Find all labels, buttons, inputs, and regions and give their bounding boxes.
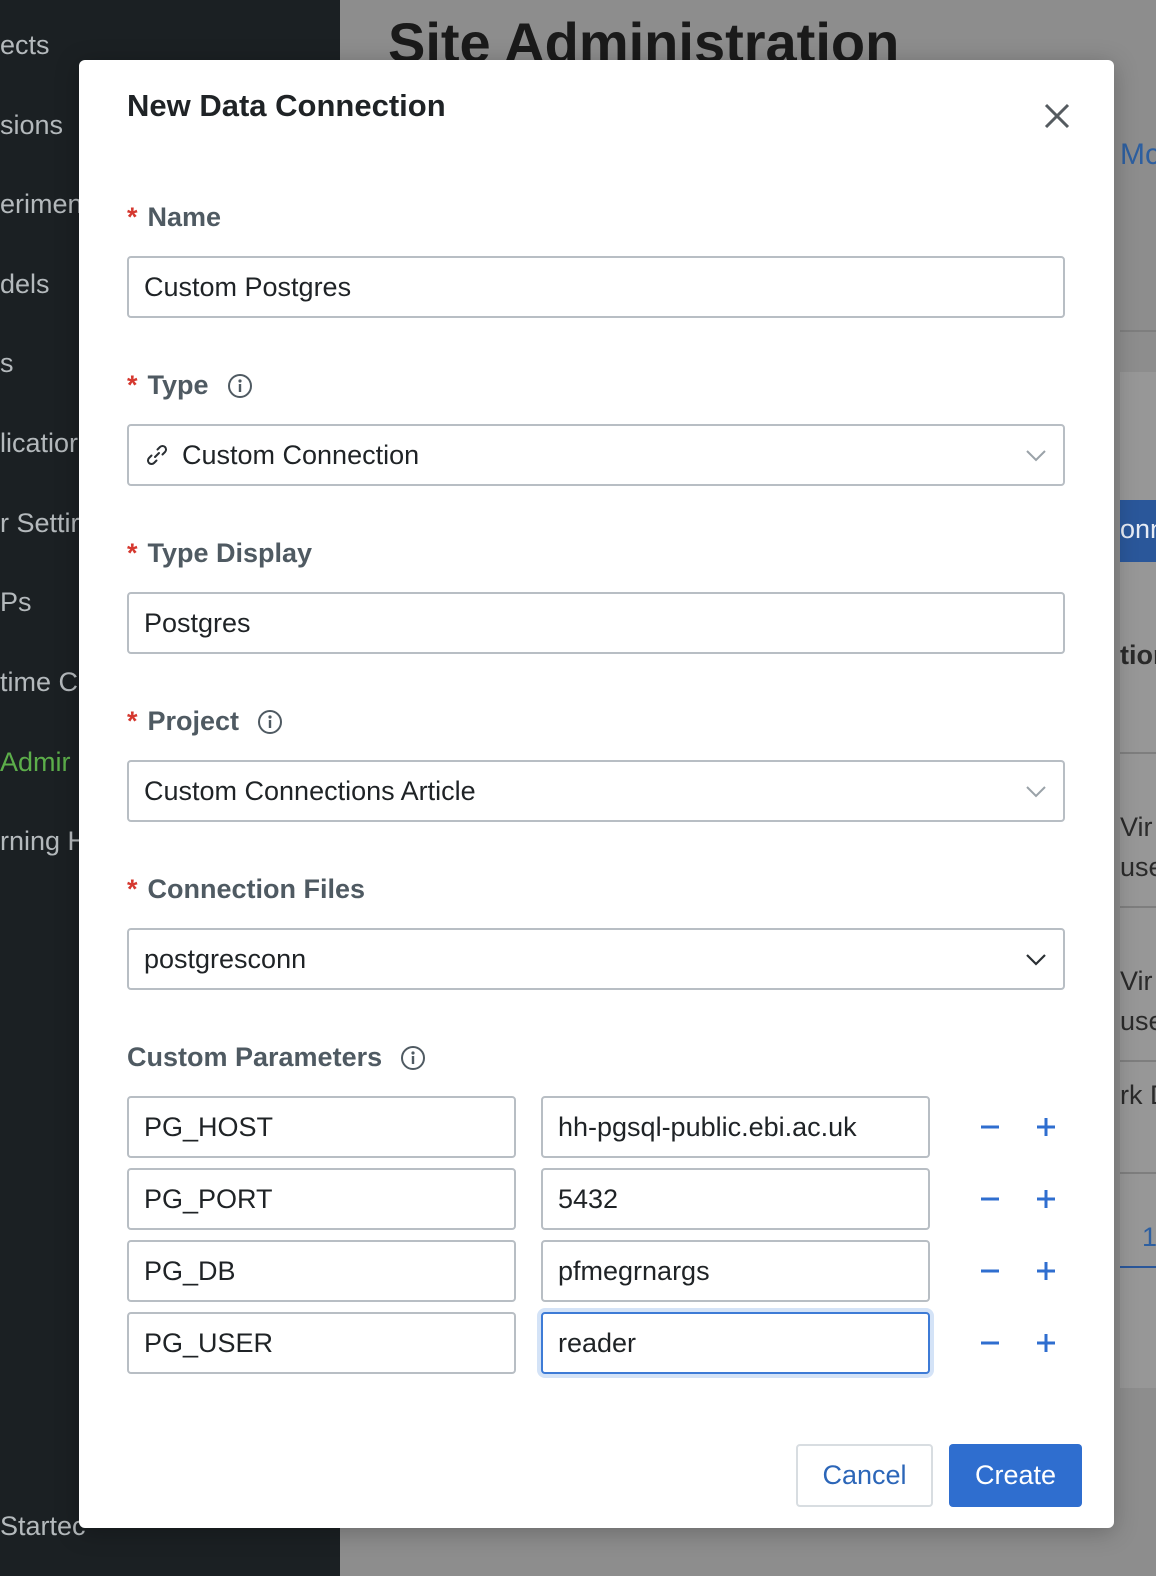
name-input[interactable]: Custom Postgres xyxy=(127,256,1065,318)
chevron-down-icon xyxy=(1026,786,1046,798)
minus-icon[interactable] xyxy=(975,1256,1005,1286)
divider xyxy=(1120,1060,1156,1062)
plus-icon[interactable] xyxy=(1031,1184,1061,1214)
parameter-key-input[interactable]: PG_DB xyxy=(127,1240,516,1302)
sidebar-item-applications[interactable]: licatior xyxy=(0,426,78,460)
project-label-text: Project xyxy=(147,706,240,736)
plus-icon[interactable] xyxy=(1031,1112,1061,1142)
plus-icon[interactable] xyxy=(1031,1328,1061,1358)
parameter-value-input[interactable]: 5432 xyxy=(541,1168,930,1230)
type-display-label-text: Type Display xyxy=(147,538,313,568)
sidebar-item-site-administration[interactable]: Admir xyxy=(0,745,71,779)
type-label: * Type xyxy=(127,370,253,401)
parameter-value-input[interactable]: pfmegrnargs xyxy=(541,1240,930,1302)
divider xyxy=(1120,752,1156,754)
minus-icon[interactable] xyxy=(975,1184,1005,1214)
parameter-key-input[interactable]: PG_USER xyxy=(127,1312,516,1374)
parameter-row: PG_USER reader xyxy=(127,1312,1067,1374)
divider xyxy=(1120,1172,1156,1174)
cancel-button[interactable]: Cancel xyxy=(796,1444,933,1507)
required-marker: * xyxy=(127,370,138,400)
project-label: * Project xyxy=(127,706,283,737)
sidebar-item-learning-hub[interactable]: rning H xyxy=(0,824,87,858)
parameter-value-input[interactable]: hh-pgsql-public.ebi.ac.uk xyxy=(541,1096,930,1158)
parameter-key-input[interactable]: PG_HOST xyxy=(127,1096,516,1158)
link-icon xyxy=(146,444,168,466)
type-display-input-value: Postgres xyxy=(144,607,251,638)
close-button[interactable] xyxy=(1037,96,1077,136)
required-marker: * xyxy=(127,706,138,736)
project-select[interactable]: Custom Connections Article xyxy=(127,760,1065,822)
row-text-fragment: use xyxy=(1120,852,1156,882)
divider xyxy=(1120,330,1156,332)
pagination-page[interactable]: 1 xyxy=(1142,1222,1156,1253)
sidebar-item-experiments[interactable]: erimen xyxy=(0,187,83,221)
custom-parameters-label: Custom Parameters xyxy=(127,1042,426,1073)
required-marker: * xyxy=(127,874,138,904)
name-label: * Name xyxy=(127,202,221,233)
sidebar-item-user-settings[interactable]: r Settir xyxy=(0,506,80,540)
sidebar-item-runtime-catalog[interactable]: time C xyxy=(0,665,78,699)
connection-files-label-text: Connection Files xyxy=(147,874,366,904)
minus-icon[interactable] xyxy=(975,1112,1005,1142)
row-text-fragment: rk D xyxy=(1120,1080,1156,1110)
required-marker: * xyxy=(127,202,138,232)
parameter-key-input[interactable]: PG_PORT xyxy=(127,1168,516,1230)
plus-icon[interactable] xyxy=(1031,1256,1061,1286)
info-icon[interactable] xyxy=(400,1045,426,1071)
type-display-label: * Type Display xyxy=(127,538,312,569)
parameter-value-input[interactable]: reader xyxy=(541,1312,930,1374)
sidebar-item-sessions[interactable]: sions xyxy=(0,108,63,142)
sidebar-item-jobs[interactable]: s xyxy=(0,346,14,380)
parameter-row: PG_PORT 5432 xyxy=(127,1168,1067,1230)
new-connection-button-fragment[interactable]: onn xyxy=(1120,500,1156,562)
tab-fragment[interactable]: Mc xyxy=(1120,138,1156,172)
row-text-fragment: use xyxy=(1120,1006,1156,1036)
required-marker: * xyxy=(127,538,138,568)
project-select-value: Custom Connections Article xyxy=(144,775,476,806)
connection-files-label: * Connection Files xyxy=(127,874,365,905)
row-text-fragment: Vir xyxy=(1120,966,1153,996)
type-select-value: Custom Connection xyxy=(182,439,420,470)
chevron-down-icon xyxy=(1026,450,1046,462)
custom-parameters-label-text: Custom Parameters xyxy=(127,1042,383,1072)
create-button[interactable]: Create xyxy=(949,1444,1082,1507)
chevron-down-icon xyxy=(1026,954,1046,966)
connection-files-select-value: postgresconn xyxy=(144,943,307,974)
name-input-value: Custom Postgres xyxy=(144,271,352,302)
divider xyxy=(1120,906,1156,908)
new-data-connection-dialog: New Data Connection * Name Custom Postgr… xyxy=(79,60,1114,1528)
info-icon[interactable] xyxy=(227,373,253,399)
section-heading-fragment: tior xyxy=(1120,640,1156,670)
sidebar-item-amps[interactable]: Ps xyxy=(0,585,32,619)
connection-files-select[interactable]: postgresconn xyxy=(127,928,1065,990)
sidebar-footer-getting-started[interactable]: Startec xyxy=(0,1511,86,1542)
type-label-text: Type xyxy=(147,370,209,400)
close-icon xyxy=(1044,103,1070,129)
parameter-row: PG_HOST hh-pgsql-public.ebi.ac.uk xyxy=(127,1096,1067,1158)
sidebar-item-projects[interactable]: ects xyxy=(0,28,50,62)
dialog-title: New Data Connection xyxy=(127,88,446,123)
minus-icon[interactable] xyxy=(975,1328,1005,1358)
background-right-fragments: Mc onn tior Vir use Vir use rk D 1 xyxy=(1120,0,1156,1576)
name-label-text: Name xyxy=(147,202,222,232)
parameter-row: PG_DB pfmegrnargs xyxy=(127,1240,1067,1302)
row-text-fragment: Vir xyxy=(1120,812,1153,842)
info-icon[interactable] xyxy=(257,709,283,735)
pagination-underline xyxy=(1120,1266,1156,1268)
type-select[interactable]: Custom Connection xyxy=(127,424,1065,486)
sidebar-item-models[interactable]: dels xyxy=(0,267,50,301)
type-display-input[interactable]: Postgres xyxy=(127,592,1065,654)
